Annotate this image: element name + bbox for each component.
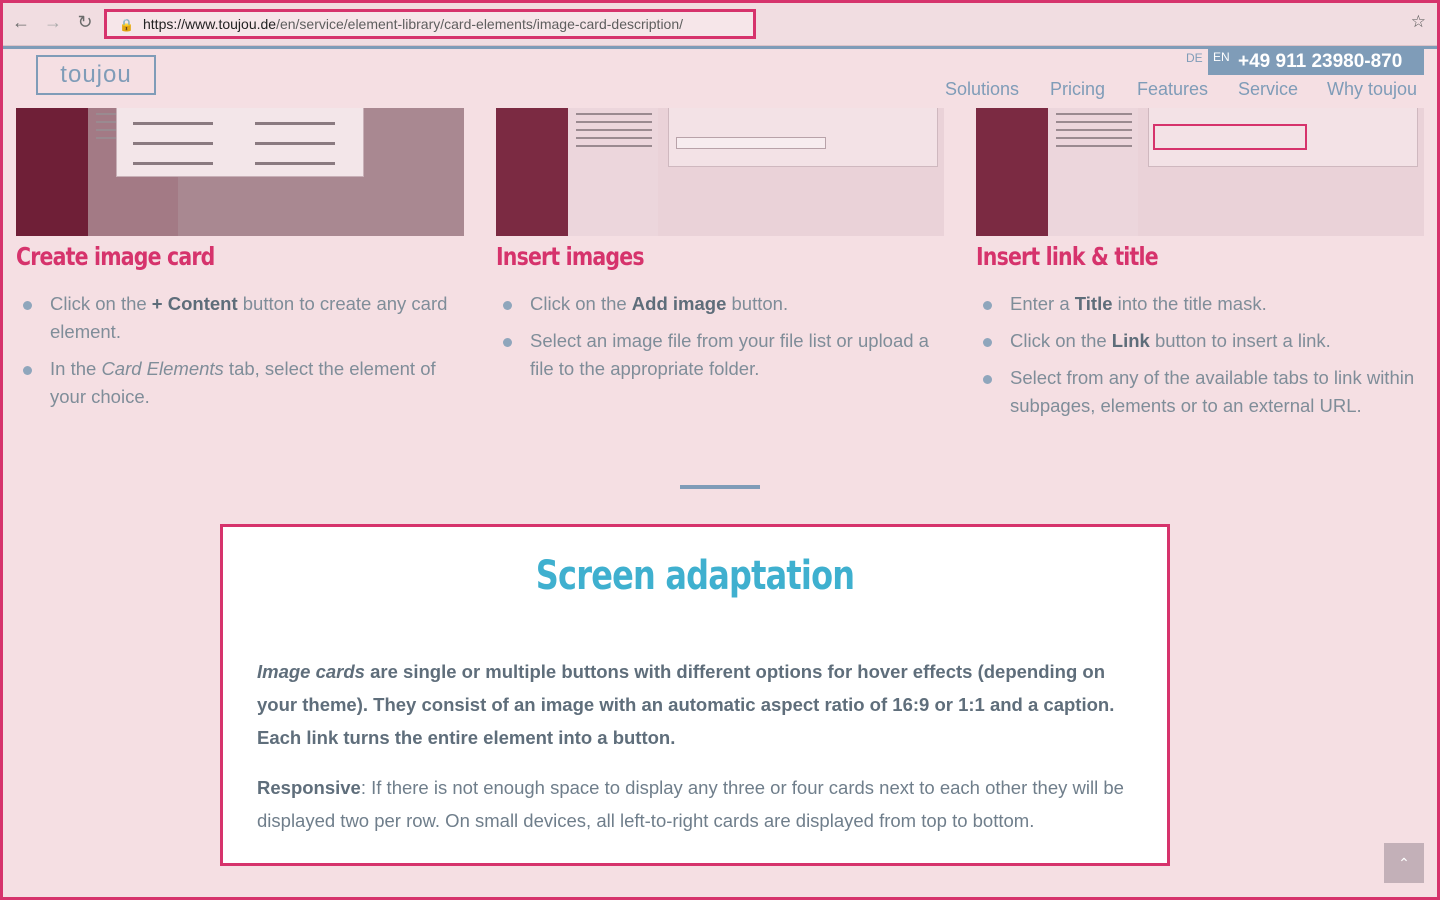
url-host: https://www.toujou.de <box>143 16 277 32</box>
responsive-paragraph: Responsive: If there is not enough space… <box>257 777 1124 831</box>
reload-icon[interactable]: ↻ <box>74 11 96 33</box>
list-item: Click on the Link button to insert a lin… <box>976 327 1431 355</box>
column-title-create-card: Create image card <box>16 242 215 271</box>
list-insert-link: Enter a Title into the title mask. Click… <box>976 290 1431 429</box>
lang-en-link[interactable]: EN <box>1213 49 1230 65</box>
site-logo[interactable]: toujou <box>36 55 156 95</box>
lock-icon: 🔒 <box>119 18 134 32</box>
section-title: Screen adaptation <box>535 553 855 599</box>
browser-toolbar: ← → ↻ 🔒 https://www.toujou.de/en/service/… <box>0 0 1440 46</box>
nav-service[interactable]: Service <box>1238 79 1298 100</box>
list-item: Click on the + Content button to create … <box>16 290 461 346</box>
column-title-insert-link: Insert link & title <box>976 242 1159 271</box>
screenshot-insert-link <box>976 107 1424 236</box>
list-item: Click on the Add image button. <box>496 290 941 318</box>
nav-features[interactable]: Features <box>1137 79 1208 100</box>
screenshot-insert-images <box>496 107 944 236</box>
list-item: In the Card Elements tab, select the ele… <box>16 355 461 411</box>
screenshot-create-card <box>16 107 464 236</box>
list-item: Select an image file from your file list… <box>496 327 941 383</box>
bookmark-star-icon[interactable]: ☆ <box>1411 12 1426 32</box>
back-arrow-icon[interactable]: ← <box>10 11 32 33</box>
scroll-to-top-button[interactable]: ⌃ <box>1384 843 1424 883</box>
chevron-up-icon: ⌃ <box>1398 855 1410 871</box>
url-path: /en/service/element-library/card-element… <box>276 16 684 32</box>
list-item: Enter a Title into the title mask. <box>976 290 1431 318</box>
nav-why-toujou[interactable]: Why toujou <box>1327 79 1417 100</box>
phone-text: +49 911 23980-870 <box>1238 51 1403 72</box>
list-item: Select from any of the available tabs to… <box>976 364 1431 420</box>
description-paragraph: Image cards are single or multiple butto… <box>257 661 1115 748</box>
forward-arrow-icon[interactable]: → <box>42 11 64 33</box>
nav-pricing[interactable]: Pricing <box>1050 79 1105 100</box>
screen-adaptation-box: Screen adaptation Image cards are single… <box>220 524 1170 866</box>
list-insert-images: Click on the Add image button. Select an… <box>496 290 941 392</box>
nav-solutions[interactable]: Solutions <box>945 79 1019 100</box>
section-divider <box>680 485 760 489</box>
column-title-insert-images: Insert images <box>496 242 645 271</box>
site-header: toujou DE EN +49 911 23980-870 Solutions… <box>0 46 1440 108</box>
list-create-card: Click on the + Content button to create … <box>16 290 461 420</box>
lang-de-link[interactable]: DE <box>1186 51 1203 65</box>
address-bar[interactable]: 🔒 https://www.toujou.de/en/service/elemen… <box>104 9 756 39</box>
phone-number[interactable]: EN +49 911 23980-870 <box>1208 49 1424 75</box>
